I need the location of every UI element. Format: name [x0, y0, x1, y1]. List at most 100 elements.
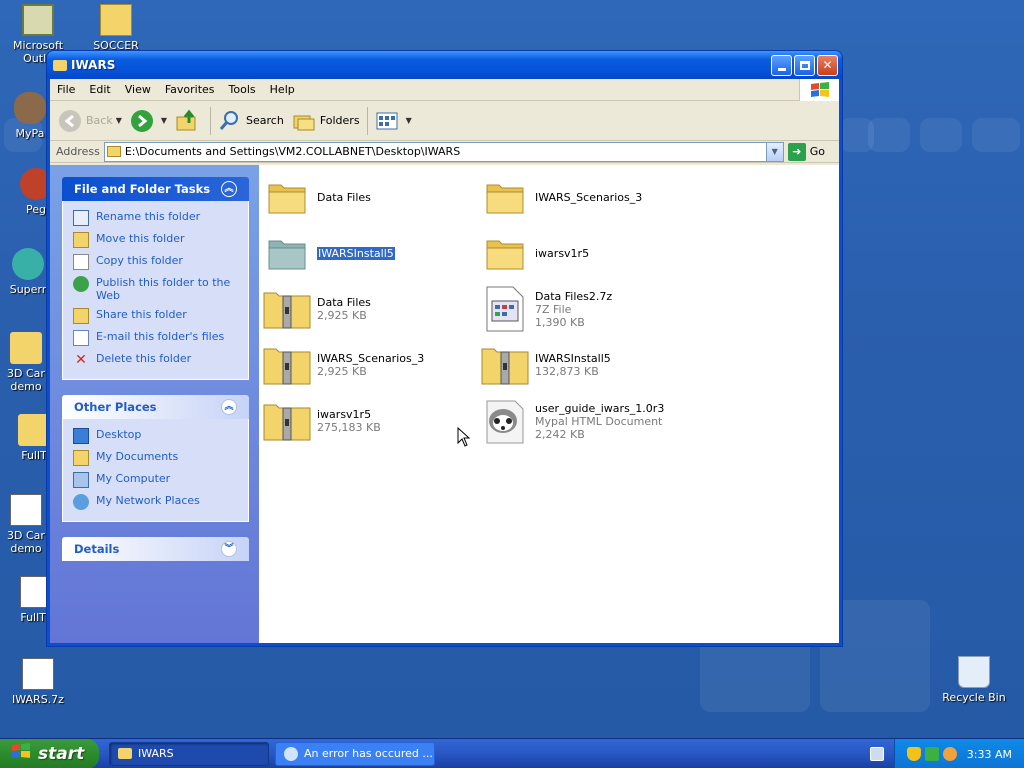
file-item[interactable]: IWARS_Scenarios_3 2,925 KB — [263, 341, 473, 389]
expand-chevron-icon[interactable]: ︾ — [221, 541, 237, 557]
desktop-icon-label: IWARS.7z — [12, 693, 64, 706]
keyboard-icon[interactable] — [870, 747, 884, 761]
file-item[interactable]: iwarsv1r5 275,183 KB — [263, 397, 473, 445]
my-computer-icon — [73, 472, 89, 488]
file-item[interactable]: user_guide_iwars_1.0r3 Mypal HTML Documen… — [481, 397, 691, 445]
publish-web-icon — [73, 276, 89, 292]
other-places-panel: Other Places ︽ Desktop My Documents My C… — [62, 395, 249, 522]
place-label: My Network Places — [96, 494, 200, 507]
outlook-icon — [22, 4, 54, 36]
search-button[interactable]: Search — [214, 105, 288, 137]
task-label: Copy this folder — [96, 254, 183, 267]
file-name: IWARS_Scenarios_3 — [535, 190, 643, 204]
delete-x-icon: ✕ — [75, 352, 87, 368]
desktop-icon-recycle-bin[interactable]: Recycle Bin — [934, 656, 1014, 704]
chevron-down-icon: ▼ — [405, 116, 412, 125]
address-dropdown-button[interactable]: ▼ — [765, 142, 783, 161]
address-bar: Address E:\Documents and Settings\VM2.CO… — [50, 141, 839, 163]
search-label: Search — [246, 114, 284, 127]
back-button[interactable]: Back ▼ — [54, 105, 126, 137]
rename-icon — [73, 210, 89, 226]
file-item[interactable]: Data Files — [263, 173, 473, 221]
file-item[interactable]: Data Files2.7z 7Z File 1,390 KB — [481, 285, 691, 333]
close-button[interactable]: ✕ — [817, 54, 838, 76]
move-icon — [73, 232, 89, 248]
email-icon — [73, 330, 89, 346]
views-button[interactable]: ▼ — [371, 105, 416, 137]
task-copy-folder[interactable]: Copy this folder — [73, 251, 240, 273]
place-label: My Documents — [96, 450, 179, 463]
file-folder-tasks-header[interactable]: File and Folder Tasks ︽ — [62, 177, 249, 201]
taskbar: start IWARS An error has occured ... 3:3… — [0, 738, 1024, 768]
mypal-icon — [14, 92, 46, 124]
file-size: 1,390 KB — [535, 315, 585, 329]
menu-file[interactable]: File — [50, 83, 82, 96]
details-panel: Details ︾ — [62, 537, 249, 561]
menu-edit[interactable]: Edit — [82, 83, 117, 96]
desktop-icon — [73, 428, 89, 444]
file-item[interactable]: IWARS_Scenarios_3 — [481, 173, 691, 221]
share-icon — [73, 308, 89, 324]
file-item[interactable]: IWARSInstall5 132,873 KB — [481, 341, 691, 389]
task-email-files[interactable]: E-mail this folder's files — [73, 327, 240, 349]
clock[interactable]: 3:33 AM — [967, 748, 1012, 761]
taskbar-task-error[interactable]: An error has occured ... — [275, 741, 435, 766]
task-label: Rename this folder — [96, 210, 201, 223]
other-places-body: Desktop My Documents My Computer My Netw… — [62, 419, 249, 522]
title-bar[interactable]: IWARS ✕ — [47, 51, 842, 79]
mypal-html-icon — [481, 397, 529, 445]
zip-folder-icon — [481, 341, 529, 389]
taskbar-task-iwars[interactable]: IWARS — [109, 741, 269, 766]
zip-folder-icon — [263, 397, 311, 445]
panel-title: Details — [74, 542, 120, 556]
file-size: 2,925 KB — [317, 309, 367, 322]
7z-file-icon — [22, 658, 54, 690]
minimize-button[interactable] — [771, 54, 792, 76]
file-item[interactable]: Data Files 2,925 KB — [263, 285, 473, 333]
folders-button[interactable]: Folders — [288, 105, 364, 137]
details-header[interactable]: Details ︾ — [62, 537, 249, 561]
forward-arrow-icon — [130, 109, 154, 133]
file-item[interactable]: iwarsv1r5 — [481, 229, 691, 277]
file-item-selected[interactable]: IWARSInstall5 — [263, 229, 473, 277]
search-icon[interactable] — [942, 747, 957, 761]
windows-logo-icon — [799, 79, 839, 101]
task-move-folder[interactable]: Move this folder — [73, 229, 240, 251]
network-places-icon — [73, 494, 89, 510]
desktop-icon-label: Recycle Bin — [942, 691, 1006, 704]
desktop-icon-iwars-7z[interactable]: IWARS.7z — [0, 658, 78, 706]
network-icon[interactable] — [924, 747, 939, 761]
other-places-header[interactable]: Other Places ︽ — [62, 395, 249, 419]
minimize-icon — [777, 67, 786, 71]
windows-logo-icon — [10, 742, 32, 765]
menu-favorites[interactable]: Favorites — [158, 83, 222, 96]
go-button[interactable]: ➜ Go — [787, 142, 825, 161]
up-folder-button[interactable] — [171, 105, 207, 137]
folders-label: Folders — [319, 114, 360, 127]
collapse-chevron-icon[interactable]: ︽ — [221, 399, 237, 415]
menu-tools[interactable]: Tools — [222, 83, 263, 96]
menu-view[interactable]: View — [118, 83, 158, 96]
place-my-network[interactable]: My Network Places — [73, 491, 240, 513]
task-delete-folder[interactable]: ✕ Delete this folder — [73, 349, 240, 371]
7z-file-icon — [481, 285, 529, 333]
desktop-icon-soccer[interactable]: SOCCER — [76, 4, 156, 52]
file-size: 132,873 KB — [535, 365, 599, 378]
task-publish-folder[interactable]: Publish this folder to the Web — [73, 273, 240, 305]
menu-help[interactable]: Help — [263, 83, 302, 96]
task-rename-folder[interactable]: Rename this folder — [73, 207, 240, 229]
file-name: IWARSInstall5 — [535, 352, 611, 365]
place-my-documents[interactable]: My Documents — [73, 447, 240, 469]
place-desktop[interactable]: Desktop — [73, 425, 240, 447]
task-share-folder[interactable]: Share this folder — [73, 305, 240, 327]
forward-button[interactable]: ▼ — [126, 105, 171, 137]
maximize-button[interactable] — [794, 54, 815, 76]
my-documents-icon — [73, 450, 89, 466]
folder-icon — [263, 173, 311, 221]
security-shield-icon[interactable] — [906, 747, 921, 761]
collapse-chevron-icon[interactable]: ︽ — [221, 181, 237, 197]
start-button[interactable]: start — [0, 738, 99, 768]
address-input[interactable]: E:\Documents and Settings\VM2.COLLABNET\… — [103, 141, 784, 162]
place-my-computer[interactable]: My Computer — [73, 469, 240, 491]
task-label: Delete this folder — [96, 352, 192, 365]
